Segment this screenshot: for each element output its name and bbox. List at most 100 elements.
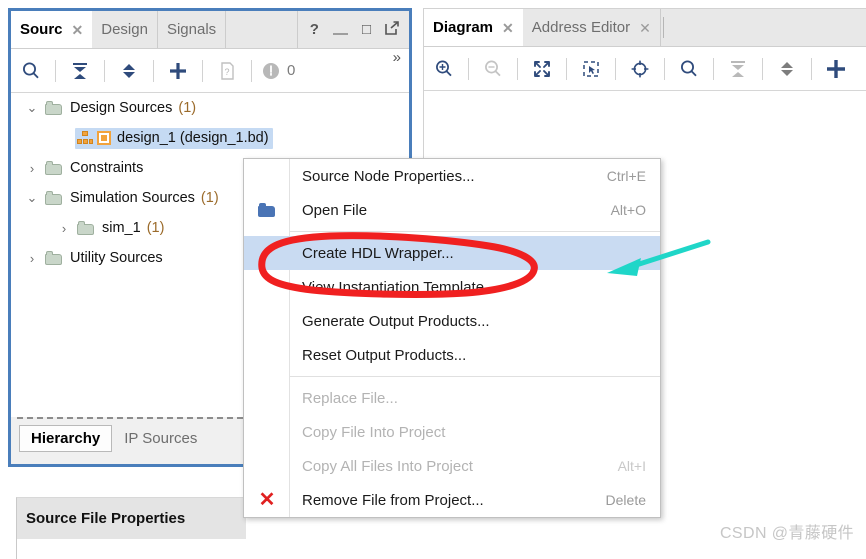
tree-row-label: Utility Sources: [70, 249, 163, 266]
menu-item[interactable]: Reset Output Products...: [244, 338, 660, 372]
tree-row-content: sim_1 (1): [75, 218, 168, 239]
chevron-right-icon[interactable]: ›: [21, 161, 43, 176]
tabstrip-filler: [663, 9, 866, 46]
tree-row-content: Constraints: [43, 158, 147, 179]
menu-item-label: Copy All Files Into Project: [302, 457, 473, 475]
expand-all-icon[interactable]: [109, 51, 149, 91]
menu-item-shortcut: Delete: [605, 492, 646, 508]
menu-item: Copy File Into Project: [244, 415, 660, 449]
tree-row-content: Design Sources (1): [43, 98, 200, 119]
source-file-properties-body: [16, 539, 246, 559]
context-menu[interactable]: Source Node Properties... Ctrl+E Open File…: [243, 158, 661, 518]
menu-item[interactable]: Source Node Properties... Ctrl+E: [244, 159, 660, 193]
add-sources-icon[interactable]: [158, 51, 198, 91]
menu-item-shortcut: Ctrl+E: [606, 168, 646, 184]
menu-item[interactable]: Create HDL Wrapper...: [244, 236, 660, 270]
toolbar-overflow-icon[interactable]: »: [393, 49, 409, 82]
menu-item-label: Reset Output Products...: [302, 346, 467, 364]
float-icon[interactable]: [385, 21, 399, 38]
sources-bottom-tabs: Hierarchy IP Sources: [19, 425, 209, 452]
menu-item[interactable]: Generate Output Products...: [244, 304, 660, 338]
collapse-all-icon[interactable]: [60, 51, 100, 91]
toolbar-separator: [517, 57, 518, 80]
folder-icon: [45, 190, 63, 205]
svg-text:?: ?: [224, 67, 229, 77]
file-help-icon[interactable]: ?: [207, 51, 247, 91]
tab-ip-sources[interactable]: IP Sources: [112, 425, 209, 452]
tree-row-content: Utility Sources: [43, 248, 167, 269]
toolbar-separator: [615, 57, 616, 80]
close-icon[interactable]: ✕: [72, 23, 84, 37]
tree-row-count: (1): [200, 189, 219, 206]
select-area-icon[interactable]: [571, 49, 611, 89]
menu-item-label: Source Node Properties...: [302, 167, 475, 185]
toolbar-separator: [251, 59, 252, 82]
collapse-all-icon[interactable]: [718, 49, 758, 89]
tree-row-label: Constraints: [70, 159, 144, 176]
folder-icon: [45, 160, 63, 175]
block-design-icon: [77, 130, 93, 145]
zoom-out-icon[interactable]: [473, 49, 513, 89]
help-icon[interactable]: ?: [310, 22, 319, 37]
tab-design-label: Design: [101, 21, 148, 38]
add-ip-icon[interactable]: [816, 49, 856, 89]
chevron-down-icon[interactable]: ⌄: [21, 190, 43, 206]
toolbar-separator: [55, 59, 56, 82]
tab-hierarchy[interactable]: Hierarchy: [19, 425, 113, 452]
close-icon[interactable]: ✕: [639, 21, 651, 35]
fit-to-screen-icon[interactable]: [522, 49, 562, 89]
tab-address-editor-label: Address Editor: [531, 19, 631, 36]
expand-all-icon[interactable]: [767, 49, 807, 89]
tree-row[interactable]: ⌄ Design Sources (1): [11, 93, 409, 123]
zoom-in-icon[interactable]: [424, 49, 464, 89]
menu-item: Copy All Files Into Project Alt+I: [244, 449, 660, 483]
menu-item-label: Create HDL Wrapper...: [302, 244, 454, 262]
menu-item-shortcut: Alt+O: [610, 202, 646, 218]
menu-item[interactable]: ✕ Remove File from Project... Delete: [244, 483, 660, 517]
toolbar-separator: [468, 57, 469, 80]
tab-address-editor[interactable]: Address Editor ✕: [522, 9, 661, 46]
menu-item-label: Remove File from Project...: [302, 491, 484, 509]
toolbar-separator: [664, 57, 665, 80]
menu-item-label: View Instantiation Template: [302, 278, 485, 296]
chevron-right-icon[interactable]: ›: [53, 221, 75, 236]
search-icon[interactable]: [11, 51, 51, 91]
warning-icon: [263, 62, 279, 79]
tab-design[interactable]: Design: [92, 11, 158, 48]
chevron-right-icon[interactable]: ›: [21, 251, 43, 266]
tree-row-label: Simulation Sources: [70, 189, 195, 206]
menu-item[interactable]: View Instantiation Template: [244, 270, 660, 304]
folder-icon: [45, 100, 63, 115]
close-icon[interactable]: ✕: [502, 21, 514, 35]
tree-row-count: (1): [146, 219, 165, 236]
tab-signals-label: Signals: [166, 21, 217, 38]
diagram-toolbar: [424, 47, 866, 91]
tab-signals[interactable]: Signals: [157, 11, 227, 48]
tree-row-content: design_1 (design_1.bd): [75, 127, 273, 149]
tree-row-label: Design Sources: [70, 99, 173, 116]
tab-sources[interactable]: Sourc ✕: [11, 11, 93, 48]
tab-diagram[interactable]: Diagram ✕: [424, 9, 523, 46]
toolbar-separator: [762, 57, 763, 80]
status-count-value: 0: [287, 62, 296, 79]
tree-row-content: Simulation Sources (1): [43, 188, 223, 209]
search-icon[interactable]: [669, 49, 709, 89]
menu-item-label: Replace File...: [302, 389, 398, 407]
chevron-down-icon[interactable]: ⌄: [21, 100, 43, 116]
menu-item-label: Open File: [302, 201, 368, 219]
menu-item[interactable]: Open File Alt+O: [244, 193, 660, 227]
toolbar-separator: [153, 59, 154, 82]
context-menu-items: Source Node Properties... Ctrl+E Open File…: [244, 159, 660, 517]
minimize-icon[interactable]: —: [333, 26, 348, 41]
toolbar-separator: [202, 59, 203, 82]
toolbar-separator: [566, 57, 567, 80]
tree-row[interactable]: design_1 (design_1.bd): [11, 123, 409, 153]
maximize-icon[interactable]: □: [362, 22, 371, 37]
status-count-group[interactable]: 0: [256, 62, 295, 80]
watermark: CSDN @青藤硬件: [719, 525, 854, 542]
menu-item-label: Generate Output Products...: [302, 312, 490, 330]
toolbar-separator: [811, 57, 812, 80]
center-view-icon[interactable]: [620, 49, 660, 89]
menu-separator: [290, 376, 660, 377]
tab-sources-label: Sourc: [20, 21, 63, 38]
